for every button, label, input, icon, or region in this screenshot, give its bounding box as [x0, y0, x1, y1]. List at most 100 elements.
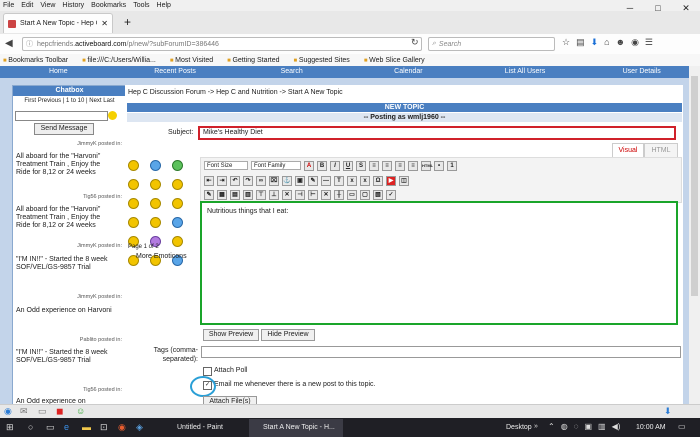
tab-visual[interactable]: Visual	[612, 143, 644, 157]
url-bar[interactable]: ⓘ hepcfriends. activeboard.com/p/new/?sub…	[22, 37, 422, 51]
nav-search[interactable]: Search	[233, 66, 350, 78]
menu-file[interactable]: File	[3, 2, 14, 9]
taskbar-item-paint[interactable]: Untitled - Paint	[163, 419, 247, 437]
new-tab-icon[interactable]: +	[124, 14, 131, 30]
remove-format-icon[interactable]: T	[334, 176, 344, 186]
store-icon[interactable]: ⊡	[100, 422, 108, 433]
post-body-editor[interactable]: Nutritious things that I eat:	[200, 201, 678, 325]
bookmark-item[interactable]: Getting Started	[227, 57, 279, 64]
html-icon[interactable]: HTML	[421, 161, 433, 171]
chat-message[interactable]: All aboard for the "Harvoni" Treatment T…	[16, 206, 116, 230]
bookmark-item[interactable]: Bookmarks Toolbar	[3, 57, 68, 64]
back-icon[interactable]: ◀	[5, 38, 13, 49]
angry-emoticon-icon[interactable]	[150, 217, 161, 228]
font-color-icon[interactable]: A	[304, 161, 314, 171]
subject-input[interactable]: Mike's Healthy Diet	[198, 126, 676, 140]
send-message-button[interactable]: Send Message	[34, 123, 94, 135]
action-center-icon[interactable]: ▭	[678, 422, 686, 431]
tongue-emoticon-icon[interactable]	[128, 217, 139, 228]
link-icon[interactable]: ∞	[256, 176, 266, 186]
justify-icon[interactable]: ≡	[408, 161, 418, 171]
wink-emoticon-icon[interactable]	[172, 179, 183, 190]
tray-up-icon[interactable]: ⌃	[548, 422, 555, 431]
friends-icon[interactable]: ☺	[76, 406, 85, 416]
menu-bookmarks[interactable]: Bookmarks	[91, 2, 126, 9]
hr-icon[interactable]: —	[321, 176, 331, 186]
activeboard-icon[interactable]: ◉	[4, 406, 12, 417]
breadcrumb[interactable]: Hep C Discussion Forum -> Hep C and Nutr…	[128, 89, 343, 96]
neutral-emoticon-icon[interactable]	[172, 236, 183, 247]
hide-preview-button[interactable]: Hide Preview	[261, 329, 315, 341]
firefox-taskbar-icon[interactable]: ◉	[118, 422, 126, 433]
font-family-select[interactable]: Font Family	[251, 161, 301, 170]
grin-emoticon-icon[interactable]	[150, 198, 161, 209]
menu-history[interactable]: History	[62, 2, 84, 9]
cool-emoticon-icon[interactable]	[150, 179, 161, 190]
attach-poll-checkbox[interactable]	[203, 367, 212, 376]
nav-list-all-users[interactable]: List All Users	[467, 66, 584, 78]
strikethrough-icon[interactable]: S	[356, 161, 366, 171]
clock[interactable]: 10:00 AM	[636, 424, 666, 431]
bullet-list-icon[interactable]: •	[434, 161, 444, 171]
nav-user-details[interactable]: User Details	[583, 66, 700, 78]
redo-icon[interactable]: ↷	[243, 176, 253, 186]
download-icon[interactable]: ⬇	[591, 37, 599, 48]
show-preview-button[interactable]: Show Preview	[203, 329, 259, 341]
tray-app-icon[interactable]: ◍	[561, 422, 568, 431]
menu-edit[interactable]: Edit	[21, 2, 33, 9]
smile-emoticon-icon[interactable]	[128, 160, 139, 171]
row-props-icon[interactable]: ▤	[230, 190, 240, 200]
insert-row-before-icon[interactable]: ⊤	[256, 190, 266, 200]
page-scrollbar[interactable]	[689, 66, 700, 404]
download-status-icon[interactable]: ⬇	[664, 406, 672, 417]
surprised-emoticon-icon[interactable]	[128, 179, 139, 190]
app-taskbar-icon[interactable]: ◈	[136, 422, 143, 433]
sad-emoticon-icon[interactable]	[150, 160, 161, 171]
task-view-icon[interactable]: ▭	[46, 422, 55, 433]
tray-app-icon[interactable]: ▣	[584, 422, 592, 431]
menu-help[interactable]: Help	[157, 2, 171, 9]
bookmark-item[interactable]: Suggested Sites	[294, 57, 350, 64]
image-icon[interactable]: ▣	[295, 176, 305, 186]
delete-col-icon[interactable]: ✕	[321, 190, 331, 200]
desktop-label[interactable]: Desktop	[506, 424, 532, 431]
taskbar-item-firefox[interactable]: Start A New Topic - H...	[249, 419, 343, 437]
pocket-icon[interactable]: ☻	[616, 37, 625, 48]
media-icon[interactable]: ◫	[399, 176, 409, 186]
start-icon[interactable]: ⊞	[6, 422, 14, 433]
nav-recent-posts[interactable]: Recent Posts	[117, 66, 234, 78]
close-tab-icon[interactable]: ✕	[101, 19, 108, 28]
search-taskbar-icon[interactable]: ○	[28, 422, 33, 432]
laugh-emoticon-icon[interactable]	[172, 198, 183, 209]
tags-input[interactable]	[201, 346, 681, 358]
insert-row-after-icon[interactable]: ⊥	[269, 190, 279, 200]
visual-aid-icon[interactable]: ▢	[360, 190, 370, 200]
edge-icon[interactable]: e	[64, 422, 69, 432]
bold-icon[interactable]: B	[317, 161, 327, 171]
file-explorer-icon[interactable]: ▬	[82, 422, 91, 432]
nav-calendar[interactable]: Calendar	[350, 66, 467, 78]
confused-emoticon-icon[interactable]	[128, 198, 139, 209]
split-cells-icon[interactable]: ╫	[334, 190, 344, 200]
outdent-icon[interactable]: ⇤	[204, 176, 214, 186]
chatbox-pagination[interactable]: First Previous | 1 to 10 | Next Last	[13, 98, 126, 104]
font-size-select[interactable]: Font Size	[204, 161, 248, 170]
paste-text-icon[interactable]: ▧	[373, 190, 383, 200]
undo-icon[interactable]: ↶	[230, 176, 240, 186]
unlink-icon[interactable]: ⌧	[269, 176, 279, 186]
edit-icon[interactable]: ✎	[204, 190, 214, 200]
align-left-icon[interactable]: ≡	[369, 161, 379, 171]
reload-icon[interactable]: ↻	[411, 37, 419, 48]
chat-message[interactable]: "I'M IN!!" - Started the 8 week SOF/VEL/…	[16, 256, 116, 272]
menu-view[interactable]: View	[40, 2, 55, 9]
scrollbar-thumb[interactable]	[691, 76, 698, 296]
spellcheck-icon[interactable]: ✓	[386, 190, 396, 200]
merge-cells-icon[interactable]: ▭	[347, 190, 357, 200]
browser-tab[interactable]: Start A New Topic - Hep C... ✕	[3, 13, 113, 33]
delete-row-icon[interactable]: ✕	[282, 190, 292, 200]
bookmark-item[interactable]: Most Visited	[170, 57, 213, 64]
chat-message[interactable]: "I'M IN!!" - Started the 8 week SOF/VEL/…	[16, 349, 116, 365]
subscript-icon[interactable]: x	[347, 176, 357, 186]
underline-icon[interactable]: U	[343, 161, 353, 171]
table-icon[interactable]: ▦	[217, 190, 227, 200]
